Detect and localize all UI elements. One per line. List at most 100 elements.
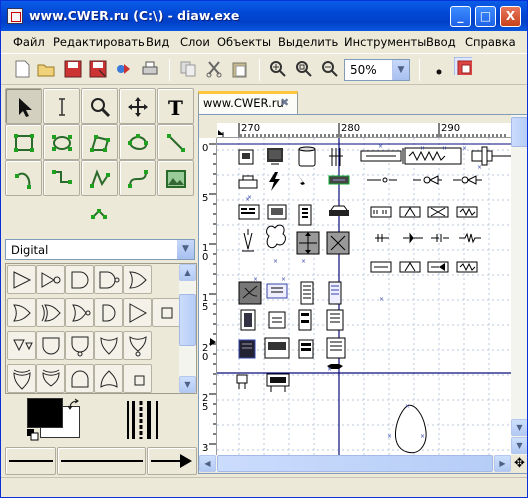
shape-and-up[interactable] [65, 364, 94, 393]
menu-select[interactable]: Выделить [278, 35, 338, 49]
svg-text:×: × [378, 143, 383, 150]
shape-nor-down[interactable] [123, 331, 152, 360]
shape-xnor[interactable] [65, 298, 94, 327]
swap-colors-icon[interactable] [67, 398, 81, 412]
menu-edit[interactable]: Редактировать [53, 35, 145, 49]
menu-view[interactable]: Вид [146, 35, 169, 49]
start-arrow-button[interactable] [5, 447, 56, 475]
shape-not[interactable] [36, 265, 65, 294]
sheet-select[interactable]: Digital ▼ [5, 239, 195, 260]
menu-help[interactable]: Справка [465, 35, 516, 49]
default-colors-icon[interactable] [27, 429, 39, 441]
status-bar [1, 477, 527, 497]
arc-icon [15, 172, 31, 189]
export-icon[interactable] [115, 60, 133, 78]
menu-file[interactable]: Файл [13, 35, 45, 49]
save-as-icon[interactable] [89, 60, 107, 78]
zoom-select[interactable]: 50% ▼ [344, 59, 410, 81]
scroll-down-icon[interactable]: ▼ [511, 419, 527, 436]
ellipse-tool[interactable] [43, 124, 80, 160]
shape-xor-down[interactable] [7, 364, 36, 393]
shape-buffer2[interactable] [123, 298, 152, 327]
shape-and2[interactable] [94, 298, 123, 327]
text-tool[interactable]: T [157, 88, 194, 124]
line-tool[interactable] [157, 124, 194, 160]
outline-tool[interactable] [81, 196, 118, 232]
line-style-button[interactable] [57, 447, 146, 475]
menu-input[interactable]: Ввод [426, 35, 456, 49]
paste-icon[interactable] [231, 60, 249, 78]
beziergon-tool[interactable] [119, 124, 156, 160]
shape-xnor-down[interactable] [36, 364, 65, 393]
shape-or-up[interactable] [94, 364, 123, 393]
shape-xor[interactable] [36, 298, 65, 327]
menu-layers[interactable]: Слои [180, 35, 210, 49]
navigation-icon[interactable]: ✥ [511, 455, 527, 472]
minimize-button[interactable]: _ [450, 6, 471, 27]
text-cursor-tool[interactable] [43, 88, 80, 124]
close-button[interactable]: X [500, 6, 521, 27]
arc-tool[interactable] [5, 160, 42, 196]
tab-close-icon[interactable]: ✖ [280, 96, 289, 109]
move-tool[interactable] [119, 88, 156, 124]
shape-nand-down[interactable] [65, 331, 94, 360]
shape-box[interactable] [152, 298, 181, 327]
print-icon[interactable] [141, 60, 159, 78]
shape-palette-scrollbar[interactable]: ▲ ▼ [179, 264, 196, 393]
diagram-tab[interactable]: www.CWER.ru ✖ [198, 91, 298, 114]
shape-or[interactable] [123, 265, 152, 294]
zigzag-tool[interactable] [43, 160, 80, 196]
menu-tools[interactable]: Инструменты [344, 35, 426, 49]
shape-or2[interactable] [7, 298, 36, 327]
image-tool[interactable] [157, 160, 194, 196]
pointer-tool[interactable] [5, 88, 42, 124]
new-icon[interactable] [13, 60, 31, 78]
zoom-in-icon[interactable] [269, 60, 287, 78]
scroll-thumb[interactable] [511, 117, 527, 147]
shape-nand[interactable] [94, 265, 123, 294]
line-style-selector[interactable] [121, 399, 181, 441]
zoom-fit-icon[interactable] [295, 60, 313, 78]
diagram-canvas[interactable]: × × × × × × × × × × × × × × × × [217, 138, 511, 455]
maximize-button[interactable]: □ [475, 6, 496, 27]
bezier-tool[interactable] [119, 160, 156, 196]
chevron-down-icon[interactable]: ▼ [177, 240, 194, 259]
box-icon [134, 375, 145, 386]
canvas-horizontal-scrollbar[interactable]: ◀ ▶ [199, 455, 511, 472]
ruler-corner [199, 123, 217, 138]
chevron-down-icon[interactable]: ▼ [392, 60, 409, 80]
grid-icon[interactable] [454, 57, 472, 75]
shape-or-down[interactable] [94, 331, 123, 360]
open-icon[interactable] [37, 60, 55, 78]
shape-tri-down[interactable] [7, 331, 36, 360]
scroll-right-icon[interactable]: ▶ [494, 455, 511, 472]
diagram-area: 270 280 290 0 5 10 15 20 25 3 × × × × × … [198, 114, 527, 474]
title-bar[interactable]: www.CWER.ru (C:\) - diaw.exe _ □ X [1, 1, 527, 31]
diagram-drawing[interactable]: × ×××× × ××× ×××× ×× × [217, 138, 511, 455]
polygon-tool[interactable] [81, 124, 118, 160]
foreground-color-swatch[interactable] [27, 398, 63, 428]
shape-and-down[interactable] [36, 331, 65, 360]
scroll-down-icon[interactable]: ▼ [179, 376, 196, 393]
scroll-left-icon[interactable]: ◀ [199, 455, 216, 472]
save-icon[interactable] [64, 60, 82, 78]
end-arrow-button[interactable] [147, 447, 197, 475]
zoom-out-icon[interactable] [321, 60, 339, 78]
scroll-down-icon[interactable]: ▼ [511, 437, 527, 454]
menu-objects[interactable]: Объекты [217, 35, 271, 49]
ruler-label: 10 [202, 243, 209, 263]
polyline-tool[interactable] [81, 160, 118, 196]
snap-icon[interactable] [428, 60, 446, 78]
magnify-tool[interactable] [81, 88, 118, 124]
scroll-up-icon[interactable]: ▲ [179, 264, 196, 281]
shape-small-box[interactable] [123, 364, 152, 393]
shape-and[interactable] [65, 265, 94, 294]
shape-buffer[interactable] [7, 265, 36, 294]
canvas-vertical-scrollbar[interactable]: ▼ ▼ [511, 115, 527, 455]
box-tool[interactable] [5, 124, 42, 160]
line-icon [167, 134, 185, 152]
scroll-thumb[interactable] [179, 294, 196, 346]
scroll-thumb[interactable] [217, 455, 493, 472]
copy-icon[interactable] [179, 60, 197, 78]
cut-icon[interactable] [205, 60, 223, 78]
